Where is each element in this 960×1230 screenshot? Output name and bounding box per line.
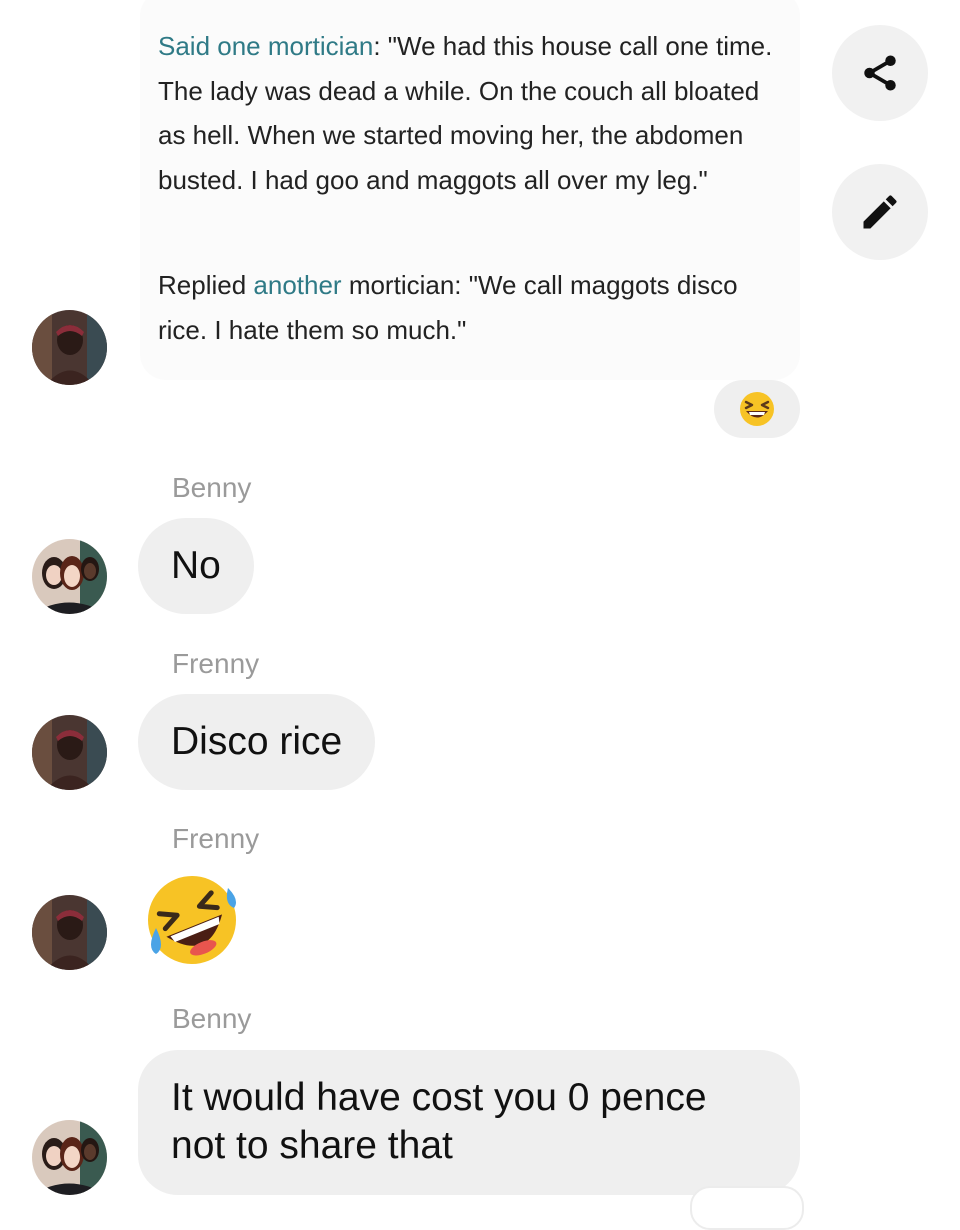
sender-name: Benny <box>172 472 252 503</box>
reaction-pill[interactable] <box>714 380 800 438</box>
shared-post-paragraph-1: Said one mortician: "We had this house c… <box>158 24 788 202</box>
said-one-mortician-link[interactable]: Said one mortician <box>158 31 373 61</box>
share-icon <box>864 55 896 91</box>
avatar-benny[interactable] <box>32 539 107 614</box>
message-bubble[interactable]: No <box>138 518 254 614</box>
pencil-icon <box>863 195 897 229</box>
reaction-pill-partial[interactable] <box>690 1186 804 1230</box>
laughing-face-icon <box>740 392 774 426</box>
another-link[interactable]: another <box>253 270 341 300</box>
sender-name: Frenny <box>172 648 260 679</box>
avatar-frenny[interactable] <box>32 310 107 385</box>
message-text: No <box>171 544 221 587</box>
edit-button[interactable] <box>832 164 928 260</box>
message-text: Disco rice <box>171 720 343 763</box>
sender-name: Frenny <box>172 823 260 854</box>
avatar-benny[interactable] <box>32 1120 107 1195</box>
avatar-frenny[interactable] <box>32 715 107 790</box>
avatar-frenny[interactable] <box>32 895 107 970</box>
sender-name: Benny <box>172 1003 252 1034</box>
shared-post-paragraph-2: Replied another mortician: "We call magg… <box>158 263 788 352</box>
share-button[interactable] <box>832 25 928 121</box>
message-bubble[interactable]: It would have cost you 0 pence not to sh… <box>138 1050 800 1195</box>
emoji-message[interactable] <box>142 870 242 975</box>
message-line-1: It would have cost you 0 pence <box>171 1076 707 1119</box>
message-line-2: not to share that <box>171 1124 453 1167</box>
message-bubble[interactable]: Disco rice <box>138 694 376 790</box>
shared-post-card[interactable]: Said one mortician: "We had this house c… <box>140 0 800 380</box>
paragraph-2-prefix: Replied <box>158 270 254 300</box>
rolling-on-floor-laughing-icon <box>148 876 236 964</box>
